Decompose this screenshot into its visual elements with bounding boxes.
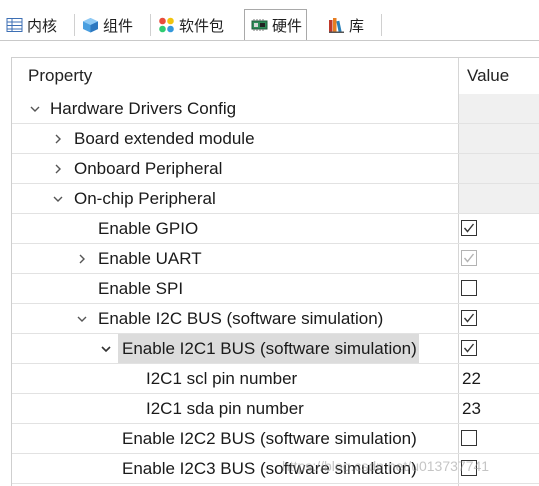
editor-tab-bar: 内核 组件 软件包 硬件 库 <box>0 0 539 45</box>
tab-library[interactable]: 库 <box>322 10 368 40</box>
tab-components[interactable]: 组件 <box>76 10 137 40</box>
tab-kernel[interactable]: 内核 <box>0 10 61 40</box>
library-books-icon <box>329 18 344 33</box>
tab-label: 软件包 <box>179 16 225 35</box>
tree-row[interactable]: Hardware Drivers Config <box>12 94 539 124</box>
tree-row[interactable]: I2C1 sda pin number 23 <box>12 394 539 424</box>
sda-pin-value[interactable]: 23 <box>462 394 481 423</box>
value-cell <box>459 124 539 153</box>
tree-row[interactable]: Enable SPI <box>12 274 539 304</box>
tree-row[interactable]: Enable GPIO <box>12 214 539 244</box>
column-header-property[interactable]: Property <box>28 58 92 94</box>
value-cell <box>459 184 539 213</box>
tab-packages[interactable]: 软件包 <box>152 10 228 40</box>
chevron-down-icon[interactable] <box>76 313 88 325</box>
tree-row[interactable]: Enable UART <box>12 244 539 274</box>
tree-row[interactable]: On-chip Peripheral <box>12 184 539 214</box>
packages-dots-icon <box>159 17 174 33</box>
tab-bar-border <box>0 40 539 41</box>
tree-row[interactable]: Onboard Peripheral <box>12 154 539 184</box>
row-label: I2C1 scl pin number <box>146 369 298 388</box>
tab-hardware[interactable]: 硬件 <box>244 9 308 41</box>
i2c2-bus-checkbox[interactable] <box>461 430 477 446</box>
row-label: Enable SPI <box>98 279 184 298</box>
row-label: Onboard Peripheral <box>74 159 223 178</box>
chevron-down-icon[interactable] <box>29 103 41 115</box>
row-label: Hardware Drivers Config <box>50 99 237 118</box>
tab-label: 硬件 <box>272 16 303 35</box>
uart-checkbox <box>461 250 477 266</box>
kernel-grid-icon <box>6 18 23 32</box>
tab-label: 库 <box>349 16 365 35</box>
chevron-right-icon[interactable] <box>52 163 64 175</box>
value-cell <box>459 94 539 123</box>
value-cell <box>459 154 539 183</box>
i2c-bus-checkbox[interactable] <box>461 310 477 326</box>
row-label: On-chip Peripheral <box>74 189 216 208</box>
gpio-checkbox[interactable] <box>461 220 477 236</box>
watermark-text: https://blog.csdn.net/u013737741 <box>282 458 490 474</box>
row-label: Enable I2C1 BUS (software simulation) <box>118 334 419 363</box>
row-label: Enable I2C2 BUS (software simulation) <box>122 429 417 448</box>
tab-divider <box>74 14 75 36</box>
column-header-value[interactable]: Value <box>467 58 509 94</box>
component-cube-icon <box>83 18 98 33</box>
hardware-chip-icon <box>251 19 268 31</box>
row-label: Board extended module <box>74 129 255 148</box>
i2c1-bus-checkbox[interactable] <box>461 340 477 356</box>
tree-row[interactable]: Enable I2C2 BUS (software simulation) <box>12 424 539 454</box>
row-label: Enable UART <box>98 249 202 268</box>
chevron-down-icon[interactable] <box>100 343 112 355</box>
row-label: I2C1 sda pin number <box>146 399 304 418</box>
tree-row[interactable]: Board extended module <box>12 124 539 154</box>
spi-checkbox[interactable] <box>461 280 477 296</box>
row-label: Enable I2C BUS (software simulation) <box>98 309 384 328</box>
tab-label: 组件 <box>103 16 134 35</box>
chevron-right-icon[interactable] <box>52 133 64 145</box>
property-table: Property Value Hardware Drivers Config B… <box>11 57 539 486</box>
row-label: Enable GPIO <box>98 219 199 238</box>
scl-pin-value[interactable]: 22 <box>462 364 481 393</box>
chevron-right-icon[interactable] <box>76 253 88 265</box>
tree-row[interactable]: Enable I2C BUS (software simulation) <box>12 304 539 334</box>
chevron-down-icon[interactable] <box>52 193 64 205</box>
tab-divider <box>150 14 151 36</box>
tab-divider <box>381 14 382 36</box>
tab-label: 内核 <box>27 16 58 35</box>
tree-row-selected[interactable]: Enable I2C1 BUS (software simulation) <box>12 334 539 364</box>
tree-row[interactable]: I2C1 scl pin number 22 <box>12 364 539 394</box>
